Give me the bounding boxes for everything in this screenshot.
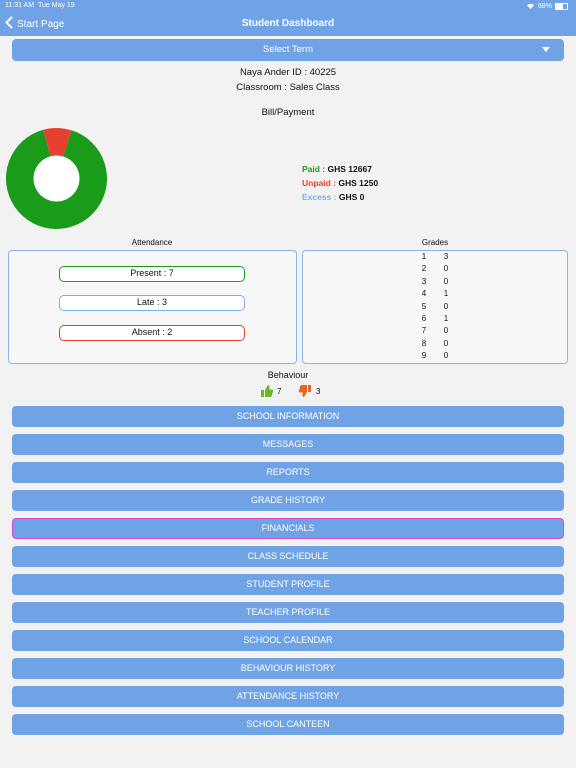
status-date: Tue May 19 — [38, 2, 75, 9]
student-profile-button[interactable]: STUDENT PROFILE — [12, 574, 564, 595]
grade-count: 0 — [443, 351, 449, 361]
grade-count: 0 — [443, 264, 449, 274]
legend-unpaid: Unpaid : GHS 1250 — [302, 178, 378, 188]
legend-excess-value: GHS 0 — [338, 192, 365, 202]
status-time: 11:31 AM — [5, 2, 35, 9]
present-count: Present : 7 — [59, 266, 245, 282]
pie-hole — [33, 155, 80, 202]
grade-count: 1 — [443, 314, 449, 323]
grade-history-button[interactable]: GRADE HISTORY — [12, 490, 564, 511]
payment-pie-chart — [6, 128, 107, 229]
grade-count: 1 — [443, 289, 449, 299]
school-canteen-button[interactable]: SCHOOL CANTEEN — [12, 714, 564, 735]
grade-count: 3 — [443, 252, 449, 261]
school-calendar-button[interactable]: SCHOOL CALENDAR — [12, 630, 564, 651]
reports-button[interactable]: REPORTS — [12, 462, 564, 483]
late-count: Late : 3 — [59, 295, 245, 311]
behaviour-title: Behaviour — [267, 370, 309, 380]
thumbs-down-icon — [298, 385, 311, 397]
negative-behaviour-count: 3 — [316, 387, 321, 396]
grade-number: 4 — [421, 289, 427, 299]
battery-percent: 68% — [537, 3, 552, 10]
legend-paid-label: Paid : — [302, 164, 326, 174]
grade-number: 9 — [421, 351, 427, 361]
messages-button[interactable]: MESSAGES — [12, 434, 564, 455]
bill-title: Bill/Payment — [261, 107, 315, 118]
financials-button[interactable]: FINANCIALS — [12, 518, 564, 539]
class-schedule-button[interactable]: CLASS SCHEDULE — [12, 546, 564, 567]
attendance-panel: Present : 7 Late : 3 Absent : 2 — [8, 250, 297, 364]
legend-excess-label: Excess : — [302, 192, 337, 202]
grade-number: 2 — [421, 264, 427, 274]
grade-count: 0 — [443, 338, 449, 348]
legend-paid: Paid : GHS 12667 — [302, 164, 372, 174]
grade-number: 1 — [421, 252, 427, 261]
attendance-history-button[interactable]: ATTENDANCE HISTORY — [12, 686, 564, 707]
nav-bar: Start Page Student Dashboard — [0, 12, 576, 36]
legend-paid-value: GHS 12667 — [327, 164, 372, 174]
grades-panel: 1 3 2 0 3 0 4 1 5 0 6 1 7 0 8 0 9 0 — [302, 250, 568, 364]
positive-behaviour-count: 7 — [277, 387, 282, 396]
classroom-label: Classroom : Sales Class — [236, 82, 340, 93]
select-term-dropdown[interactable]: Select Term — [12, 39, 564, 61]
grade-number: 5 — [421, 301, 427, 311]
grade-count: 0 — [443, 276, 449, 286]
status-bar: 11:31 AM Tue May 19 68% — [0, 0, 576, 12]
school-information-button[interactable]: SCHOOL INFORMATION — [12, 406, 564, 427]
caret-down-icon — [542, 47, 550, 52]
grade-number: 8 — [421, 338, 427, 348]
legend-excess: Excess : GHS 0 — [302, 192, 364, 202]
grade-number: 6 — [421, 314, 427, 323]
grade-number: 7 — [421, 326, 427, 336]
battery-icon — [555, 3, 568, 10]
legend-unpaid-value: GHS 1250 — [338, 178, 379, 188]
teacher-profile-button[interactable]: TEACHER PROFILE — [12, 602, 564, 623]
legend-unpaid-label: Unpaid : — [302, 178, 336, 188]
student-id: Naya Ander ID : 40225 — [239, 67, 337, 78]
grade-number: 3 — [421, 276, 427, 286]
select-term-label: Select Term — [263, 44, 313, 55]
thumbs-up-icon — [261, 385, 274, 397]
absent-count: Absent : 2 — [59, 325, 245, 341]
behaviour-history-button[interactable]: BEHAVIOUR HISTORY — [12, 658, 564, 679]
attendance-title: Attendance — [131, 238, 173, 247]
grade-count: 0 — [443, 301, 449, 311]
status-right: 68% — [526, 2, 568, 11]
grade-count: 0 — [443, 326, 449, 336]
page-title: Student Dashboard — [241, 18, 335, 29]
wifi-icon — [526, 2, 535, 11]
grades-title: Grades — [421, 238, 449, 247]
